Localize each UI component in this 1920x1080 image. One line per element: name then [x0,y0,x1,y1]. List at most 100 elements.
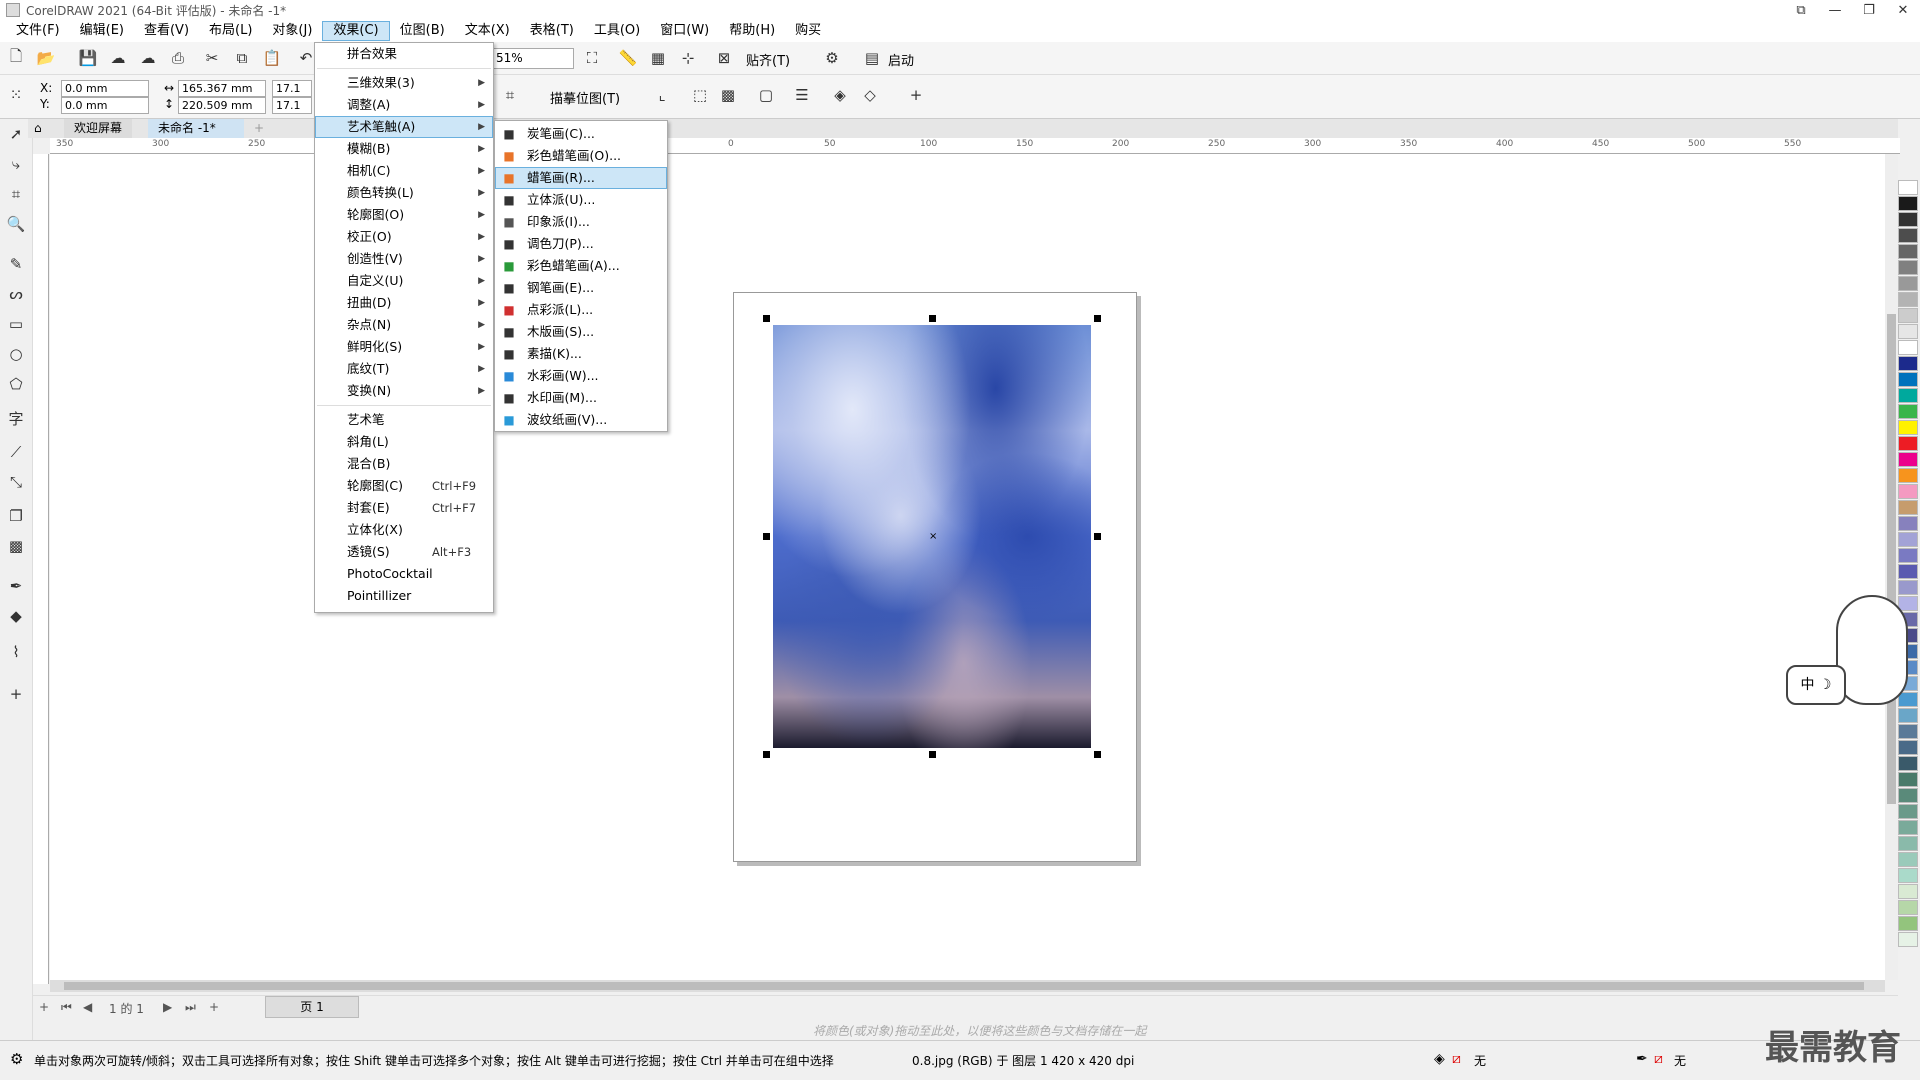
color-swatch[interactable] [1898,484,1918,499]
menu-item-10[interactable]: 窗口(W) [650,21,719,41]
zoom-tool-icon[interactable]: 🔍 [5,213,27,235]
art-strokes-item[interactable]: ■ 蜡笔画(R)... [495,167,667,189]
full-screen-icon[interactable]: ⛶ [582,48,602,68]
color-swatch[interactable] [1898,868,1918,883]
color-swatch[interactable] [1898,852,1918,867]
vertical-ruler[interactable] [33,154,49,984]
color-swatch[interactable] [1898,932,1918,947]
crop-bitmap-icon[interactable]: ⌞ [652,85,672,105]
color-swatch[interactable] [1898,532,1918,547]
selection-handle-bottom-right[interactable] [1094,751,1101,758]
art-strokes-item[interactable]: ■ 彩色蜡笔画(A)... [495,255,667,277]
first-page-icon[interactable]: ⏮ [61,1000,72,1015]
options-gear-icon[interactable]: ⚙ [822,48,842,68]
art-strokes-item[interactable]: ■ 波纹纸画(V)... [495,409,667,431]
height-field[interactable]: 220.509 mm [178,97,266,114]
color-swatch[interactable] [1898,820,1918,835]
art-strokes-item[interactable]: ■ 立体派(U)... [495,189,667,211]
art-strokes-item[interactable]: ■ 炭笔画(C)... [495,123,667,145]
selection-handle-top[interactable] [929,315,936,322]
color-swatch[interactable] [1898,580,1918,595]
new-document-icon[interactable]: 🗋 [6,47,26,68]
art-strokes-item[interactable]: ■ 印象派(I)... [495,211,667,233]
effects-menu-item[interactable]: 拼合效果 [315,43,493,65]
next-page-icon[interactable]: ▶ [163,1000,172,1014]
freehand-tool-icon[interactable]: ✎ [5,253,27,275]
connector-tool-icon[interactable]: ⤡ [5,471,27,493]
ellipse-tool-icon[interactable]: ○ [5,343,27,365]
effects-menu-item[interactable]: 扭曲(D) ▶ [315,292,493,314]
art-strokes-item[interactable]: ■ 水彩画(W)... [495,365,667,387]
effects-menu-item[interactable]: 调整(A) ▶ [315,94,493,116]
selection-handle-bottom-left[interactable] [763,751,770,758]
maximize-icon[interactable]: ❐ [1852,0,1886,20]
art-strokes-item[interactable]: ■ 水印画(M)... [495,387,667,409]
effects-menu-item[interactable]: PhotoCocktail [315,563,493,585]
effects-menu-item[interactable]: Pointillizer [315,585,493,607]
color-swatch[interactable] [1898,356,1918,371]
menu-item-3[interactable]: 布局(L) [199,21,262,41]
effects-menu-item[interactable]: 混合(B) [315,453,493,475]
undo-icon[interactable]: ↶ [296,48,316,68]
vertical-scroll-thumb[interactable] [1887,314,1896,804]
color-swatch[interactable] [1898,292,1918,307]
minimize-icon[interactable]: — [1818,0,1852,20]
last-page-icon[interactable]: ⏭ [185,1000,196,1015]
scale-height-field[interactable]: 17.1 [272,97,312,114]
color-swatch[interactable] [1898,756,1918,771]
color-swatch[interactable] [1898,500,1918,515]
color-swatch[interactable] [1898,740,1918,755]
color-swatch[interactable] [1898,420,1918,435]
copy-icon[interactable]: ⧉ [232,48,252,68]
selection-handle-bottom[interactable] [929,751,936,758]
open-folder-icon[interactable]: 📂 [36,48,56,68]
effects-menu-item[interactable]: 封套(E) Ctrl+F7 [315,497,493,519]
color-swatch[interactable] [1898,436,1918,451]
menu-item-5[interactable]: 效果(C) [322,21,390,41]
object-origin-icon[interactable]: ⁙ [6,85,26,105]
selection-handle-right[interactable] [1094,533,1101,540]
artistic-media-tool-icon[interactable]: ᔕ [5,283,27,305]
pick-tool-icon[interactable]: ➚ [5,123,27,145]
menu-item-4[interactable]: 对象(J) [262,21,322,41]
selection-handle-left[interactable] [763,533,770,540]
color-swatch[interactable] [1898,276,1918,291]
effects-menu-item[interactable]: 立体化(X) [315,519,493,541]
fill-bucket-icon[interactable]: ◈ [1434,1051,1445,1067]
cloud-upload-icon[interactable]: ☁ [138,48,158,68]
transparency-tool-icon[interactable]: ▩ [5,535,27,557]
effects-menu-item[interactable]: 变换(N) ▶ [315,380,493,402]
snap-to-dropdown[interactable]: 贴齐(T) [746,50,790,69]
art-strokes-item[interactable]: ■ 木版画(S)... [495,321,667,343]
smart-fill-tool-icon[interactable]: ⌇ [5,641,27,663]
effects-menu-item[interactable]: 斜角(L) [315,431,493,453]
effects-menu-item[interactable]: 三维效果(3) ▶ [315,72,493,94]
scale-width-field[interactable]: 17.1 [272,80,312,97]
polygon-tool-icon[interactable]: ⬠ [5,373,27,395]
cut-icon[interactable]: ✂ [202,48,222,68]
bitmap-color-mask-icon[interactable]: ▩ [718,85,738,105]
menu-item-1[interactable]: 编辑(E) [70,21,134,41]
color-swatch[interactable] [1898,788,1918,803]
color-swatch[interactable] [1898,916,1918,931]
effects-menu-item[interactable]: 轮廓图(C) Ctrl+F9 [315,475,493,497]
print-icon[interactable]: ⎙ [168,48,188,68]
document-palette[interactable]: 将颜色(或对象)拖动至此处，以便将这些颜色与文档存储在一起 [33,1019,1898,1039]
menu-item-12[interactable]: 购买 [785,21,831,41]
color-swatch[interactable] [1898,772,1918,787]
x-position-field[interactable]: 0.0 mm [61,80,149,97]
shape-tool-icon[interactable]: ⤷ [5,153,27,175]
width-field[interactable]: 165.367 mm [178,80,266,97]
paste-icon[interactable]: 📋 [262,48,282,68]
color-swatch[interactable] [1898,308,1918,323]
page-tab-1[interactable]: 页 1 [265,996,359,1018]
menu-item-11[interactable]: 帮助(H) [719,21,785,41]
status-gear-icon[interactable]: ⚙ [10,1050,23,1068]
previous-page-icon[interactable]: ◀ [83,1000,92,1014]
color-swatch[interactable] [1898,196,1918,211]
color-swatch[interactable] [1898,212,1918,227]
selection-handle-top-left[interactable] [763,315,770,322]
restore-layout-icon[interactable]: ⧉ [1784,0,1818,20]
color-swatch[interactable] [1898,180,1918,195]
color-swatch[interactable] [1898,548,1918,563]
